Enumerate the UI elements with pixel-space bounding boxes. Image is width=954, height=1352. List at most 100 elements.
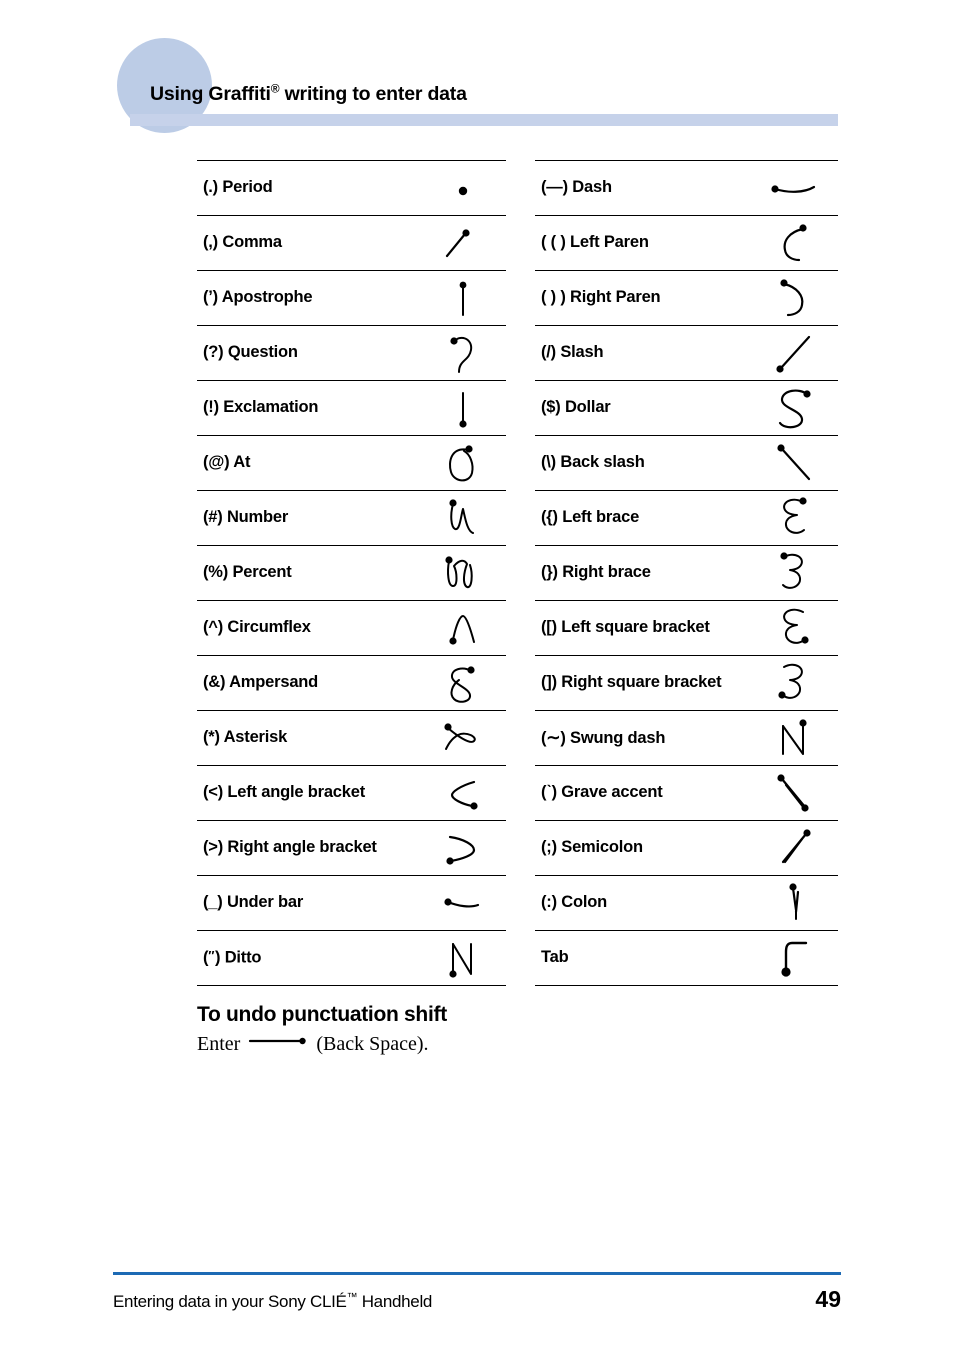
- punctuation-label-at: (@) At: [197, 435, 420, 491]
- punctuation-label-right-brace: (}) Right brace: [535, 545, 752, 601]
- footer-row: Entering data in your Sony CLIÉ™ Handhel…: [113, 1286, 841, 1313]
- slash-stroke-icon: [752, 325, 838, 381]
- table-row: (%) Percent: [197, 545, 506, 601]
- circumflex-stroke-icon: [420, 600, 506, 656]
- punctuation-label-semicolon: (;) Semicolon: [535, 820, 752, 876]
- punctuation-label-period: (.) Period: [197, 160, 420, 216]
- right-brace-stroke-icon: [752, 545, 838, 601]
- table-row: (<) Left angle bracket: [197, 765, 506, 821]
- punctuation-label-ditto: (″) Ditto: [197, 930, 420, 986]
- punctuation-label-left-angle-bracket: (<) Left angle bracket: [197, 765, 420, 821]
- colon-stroke-icon: [752, 875, 838, 931]
- left-angle-bracket-stroke-icon: [420, 765, 506, 821]
- table-row: (!) Exclamation: [197, 380, 506, 436]
- table-row: (*) Asterisk: [197, 710, 506, 766]
- header-rule-bar: [130, 114, 838, 126]
- page-header: Using Graffiti® writing to enter data: [0, 0, 954, 140]
- punctuation-label-dash: (—) Dash: [535, 160, 752, 216]
- table-row: (,) Comma: [197, 215, 506, 271]
- comma-stroke-icon: [420, 215, 506, 271]
- punctuation-label-circumflex: (^) Circumflex: [197, 600, 420, 656]
- right-square-bracket-stroke-icon: [752, 655, 838, 711]
- footer-text: Entering data in your Sony CLIÉ™ Handhel…: [113, 1290, 433, 1312]
- left-paren-stroke-icon: [752, 215, 838, 271]
- ditto-stroke-icon: [420, 930, 506, 986]
- undo-instruction-suffix: (Back Space).: [316, 1032, 429, 1055]
- punctuation-label-colon: (:) Colon: [535, 875, 752, 931]
- back-slash-stroke-icon: [752, 435, 838, 491]
- trademark-icon: ™: [346, 1290, 358, 1303]
- undo-punctuation-shift-section: To undo punctuation shift Enter (Back Sp…: [197, 1003, 797, 1057]
- punctuation-label-ampersand: (&) Ampersand: [197, 655, 420, 711]
- semicolon-stroke-icon: [752, 820, 838, 876]
- table-row: ({) Left brace: [535, 490, 838, 546]
- table-row: (—) Dash: [535, 160, 838, 216]
- asterisk-stroke-icon: [420, 710, 506, 766]
- punctuation-label-asterisk: (*) Asterisk: [197, 710, 420, 766]
- undo-instruction-prefix: Enter: [197, 1032, 241, 1055]
- punctuation-label-apostrophe: (’) Apostrophe: [197, 270, 420, 326]
- grave-accent-stroke-icon: [752, 765, 838, 821]
- table-row: (∼) Swung dash: [535, 710, 838, 766]
- dash-stroke-icon: [752, 160, 838, 216]
- table-row: (}) Right brace: [535, 545, 838, 601]
- punctuation-label-right-square-bracket: (]) Right square bracket: [535, 655, 752, 711]
- page-title-rest: writing to enter data: [279, 83, 467, 105]
- number-stroke-icon: [420, 490, 506, 546]
- table-row: (#) Number: [197, 490, 506, 546]
- at-stroke-icon: [420, 435, 506, 491]
- punctuation-table-left: (.) Period (,) Comma (’) Apostrophe (?) Que…: [197, 160, 506, 986]
- left-square-bracket-stroke-icon: [752, 600, 838, 656]
- apostrophe-stroke-icon: [420, 270, 506, 326]
- table-row: (@) At: [197, 435, 506, 491]
- question-stroke-icon: [420, 325, 506, 381]
- footer-rule: [113, 1272, 841, 1275]
- punctuation-label-number: (#) Number: [197, 490, 420, 546]
- tab-stroke-icon: [752, 930, 838, 986]
- page-number: 49: [815, 1285, 841, 1312]
- table-row: Tab: [535, 930, 838, 986]
- table-row: (’) Apostrophe: [197, 270, 506, 326]
- footer-text-main: Entering data in your Sony CLIÉ: [113, 1291, 347, 1311]
- table-row: (^) Circumflex: [197, 600, 506, 656]
- punctuation-label-swung-dash: (∼) Swung dash: [535, 710, 752, 766]
- punctuation-label-left-paren: ( ( ) Left Paren: [535, 215, 752, 271]
- dollar-stroke-icon: [752, 380, 838, 436]
- swung-dash-stroke-icon: [752, 710, 838, 766]
- table-row: (:) Colon: [535, 875, 838, 931]
- ampersand-stroke-icon: [420, 655, 506, 711]
- table-row: ([) Left square bracket: [535, 600, 838, 656]
- table-row: (>) Right angle bracket: [197, 820, 506, 876]
- table-row: (\) Back slash: [535, 435, 838, 491]
- table-row: ( ( ) Left Paren: [535, 215, 838, 271]
- punctuation-label-question: (?) Question: [197, 325, 420, 381]
- table-row: (.) Period: [197, 160, 506, 216]
- exclamation-stroke-icon: [420, 380, 506, 436]
- period-stroke-icon: [420, 160, 506, 216]
- left-brace-stroke-icon: [752, 490, 838, 546]
- punctuation-label-right-angle-bracket: (>) Right angle bracket: [197, 820, 420, 876]
- punctuation-table-right: (—) Dash( ( ) Left Paren( ) ) Right Pare…: [535, 160, 838, 986]
- undo-section-heading: To undo punctuation shift: [197, 1003, 447, 1026]
- punctuation-label-percent: (%) Percent: [197, 545, 420, 601]
- punctuation-label-right-paren: ( ) ) Right Paren: [535, 270, 752, 326]
- punctuation-label-under-bar: (_) Under bar: [197, 875, 420, 931]
- under-bar-stroke-icon: [420, 875, 506, 931]
- punctuation-label-comma: (,) Comma: [197, 215, 420, 271]
- punctuation-table: (.) Period (,) Comma (’) Apostrophe (?) Que…: [197, 160, 506, 986]
- punctuation-label-tab: Tab: [535, 930, 752, 986]
- page-title: Using Graffiti® writing to enter data: [150, 83, 467, 106]
- page-footer: Entering data in your Sony CLIÉ™ Handhel…: [113, 1272, 841, 1313]
- right-paren-stroke-icon: [752, 270, 838, 326]
- page-title-main: Using Graffiti: [150, 83, 271, 105]
- footer-text-rest: Handheld: [357, 1291, 433, 1311]
- undo-instruction-line: Enter (Back Space).: [197, 1031, 797, 1057]
- backspace-stroke-icon: [247, 1031, 309, 1057]
- table-row: ($) Dollar: [535, 380, 838, 436]
- table-row: (;) Semicolon: [535, 820, 838, 876]
- table-row: ( ) ) Right Paren: [535, 270, 838, 326]
- table-row: (]) Right square bracket: [535, 655, 838, 711]
- table-row: (″) Ditto: [197, 930, 506, 986]
- punctuation-label-left-square-bracket: ([) Left square bracket: [535, 600, 752, 656]
- punctuation-table: (—) Dash( ( ) Left Paren( ) ) Right Pare…: [535, 160, 838, 986]
